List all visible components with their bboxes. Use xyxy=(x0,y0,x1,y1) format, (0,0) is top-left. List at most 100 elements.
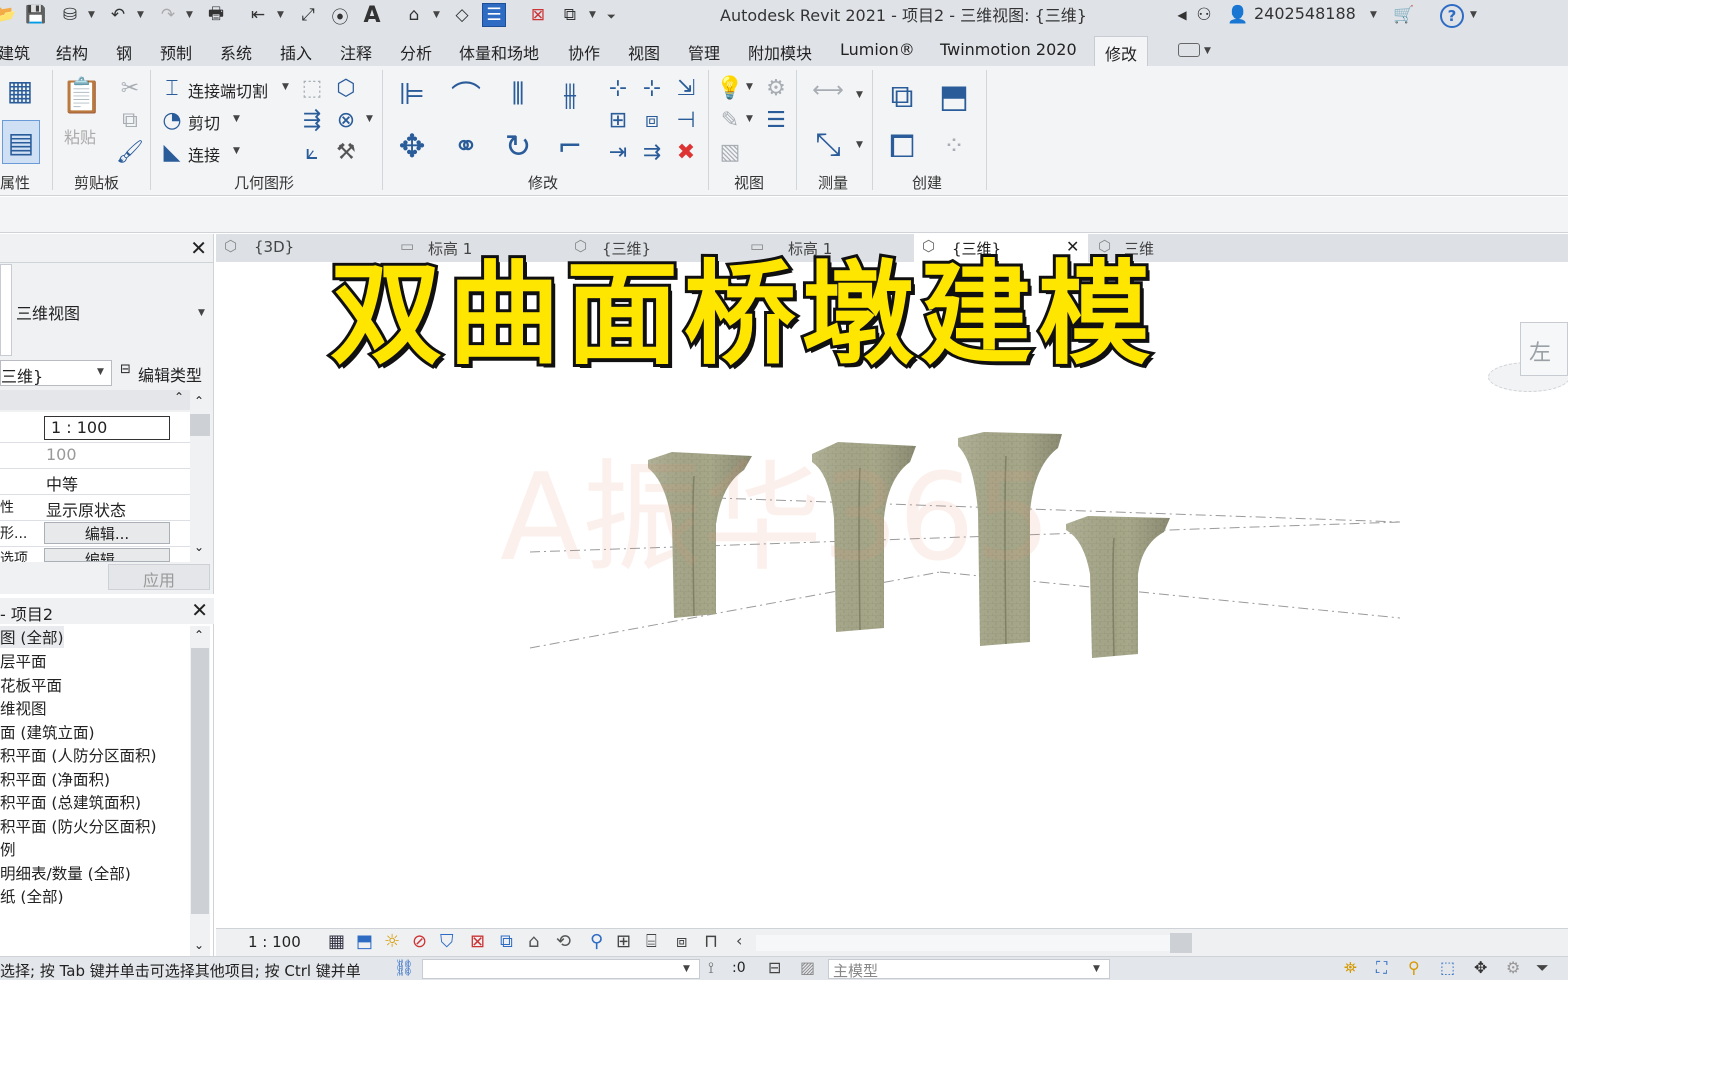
cope-label[interactable]: 连接端切割 xyxy=(188,78,268,102)
beam-join-icon[interactable]: ⇶ xyxy=(298,106,326,134)
select-pinned-icon[interactable]: ⚲ xyxy=(1408,958,1420,977)
tab-structure[interactable]: 结构 xyxy=(56,40,88,64)
constraints-icon[interactable]: ⊓ xyxy=(704,931,718,952)
tab-twinmotion[interactable]: Twinmotion 2020 xyxy=(940,40,1077,59)
tab-lumion[interactable]: Lumion® xyxy=(840,40,915,59)
tree-item[interactable]: 例 xyxy=(0,838,16,860)
chevron-down-icon[interactable]: ▼ xyxy=(233,146,240,156)
create-similar-icon[interactable]: ⁘ xyxy=(932,124,976,168)
cope-icon[interactable]: ⌶ xyxy=(158,74,186,102)
select-links-icon[interactable]: ⛯ xyxy=(1344,958,1357,978)
temporary-properties-icon[interactable]: ⊞ xyxy=(616,931,631,952)
tab-annotate[interactable]: 注释 xyxy=(340,40,372,64)
edit-type-icon[interactable]: ⊟ xyxy=(120,362,131,377)
customize-toolbar-icon[interactable]: ⏷ xyxy=(607,10,616,24)
redo-icon[interactable]: ↷ xyxy=(156,3,180,27)
bridge-pier[interactable] xyxy=(1066,516,1170,658)
tab-architecture[interactable]: 建筑 xyxy=(0,40,30,64)
group-header[interactable]: ⌃ xyxy=(0,390,190,410)
text-icon[interactable]: A xyxy=(360,3,384,28)
close-icon[interactable]: ✕ xyxy=(190,236,207,260)
split-gap-icon[interactable]: ⊹ xyxy=(638,74,666,102)
save-icon[interactable]: 💾 xyxy=(24,3,48,27)
join-icon[interactable]: ◣ xyxy=(158,138,186,166)
sun-path-icon[interactable]: ☼ xyxy=(384,931,400,952)
pin-icon[interactable]: ⊣ xyxy=(672,106,700,134)
override-graphics-icon[interactable]: ⚙ xyxy=(762,74,790,102)
chevron-down-icon[interactable]: ▼ xyxy=(186,10,193,20)
editing-requests-icon[interactable]: ⟟ xyxy=(708,958,714,978)
mirror-draw-axis-icon[interactable]: ⫵ xyxy=(550,74,590,114)
select-underlay-icon[interactable]: ⛶ xyxy=(1376,958,1387,978)
filter-icon[interactable]: ⏷ xyxy=(1536,958,1549,978)
type-properties-icon[interactable]: ▦ xyxy=(2,72,38,108)
tree-item[interactable]: 积平面 (总建筑面积) xyxy=(0,791,141,813)
unpin-icon[interactable]: ⇲ xyxy=(672,74,700,102)
copy-icon[interactable]: ⧉ xyxy=(116,106,144,134)
visual-style-icon[interactable]: ⬒ xyxy=(356,931,373,952)
detail-level-field[interactable]: 中等 xyxy=(46,471,78,495)
tab-analyze[interactable]: 分析 xyxy=(400,40,432,64)
scale-icon[interactable]: ⧈ xyxy=(638,106,666,134)
chevron-down-icon[interactable]: ▼ xyxy=(366,114,373,124)
close-hidden-icon[interactable]: ⊠ xyxy=(526,3,550,27)
worksharing-icon[interactable]: ⌸ xyxy=(646,931,657,952)
chevron-down-icon[interactable]: ▼ xyxy=(282,82,289,92)
drag-elements-icon[interactable]: ✥ xyxy=(1474,958,1487,977)
chevron-left-icon[interactable]: ◀ xyxy=(1170,3,1194,27)
tab-massing-site[interactable]: 体量和场地 xyxy=(459,40,539,64)
cut-icon[interactable]: ✂ xyxy=(116,74,144,102)
tree-item[interactable]: 明细表/数量 (全部) xyxy=(0,862,131,884)
scroll-thumb[interactable] xyxy=(191,648,209,914)
split-element-icon[interactable]: ⊹ xyxy=(604,74,632,102)
help-icon[interactable]: ? xyxy=(1440,4,1464,28)
chevron-down-icon[interactable]: ▼ xyxy=(1370,10,1377,20)
join-label[interactable]: 连接 xyxy=(188,142,220,166)
paste-icon[interactable]: 📋 xyxy=(61,76,103,116)
viewcube[interactable]: 左 xyxy=(1520,322,1568,376)
tab-modify[interactable]: 修改 xyxy=(1094,36,1149,66)
chevron-down-icon[interactable]: ▼ xyxy=(746,114,753,124)
browser-scrollbar[interactable]: ⌃ ⌄ xyxy=(190,626,210,956)
user-icon[interactable]: 👤 xyxy=(1226,3,1250,27)
paste-label[interactable]: 粘贴 xyxy=(64,124,96,148)
analytical-model-icon[interactable]: ⧈ xyxy=(676,931,687,952)
background-processes-icon[interactable]: ⚙ xyxy=(1506,958,1520,977)
type-selector-name[interactable]: 三维视图 xyxy=(16,300,80,324)
apply-button[interactable]: 应用 xyxy=(108,564,210,590)
user-id[interactable]: 2402548188 xyxy=(1254,4,1356,23)
scroll-down-icon[interactable]: ⌄ xyxy=(194,938,204,952)
cart-icon[interactable]: 🛒 xyxy=(1392,3,1416,27)
hammer-icon[interactable]: ⚒ xyxy=(332,138,360,166)
chevron-down-icon[interactable]: ▼ xyxy=(277,10,284,20)
chevron-down-icon[interactable]: ▼ xyxy=(137,10,144,20)
move-icon[interactable]: ✥ xyxy=(392,126,432,166)
tree-item[interactable]: 纸 (全部) xyxy=(0,885,64,907)
create-assembly-icon[interactable]: ⧉ xyxy=(880,74,924,118)
properties-icon[interactable]: ▤ xyxy=(2,120,40,164)
cut-geometry-label[interactable]: 剪切 xyxy=(188,110,220,134)
tree-item[interactable]: 层平面 xyxy=(0,650,47,672)
paint-icon[interactable]: ⊗ xyxy=(332,106,360,134)
tree-item[interactable]: 积平面 (防火分区面积) xyxy=(0,815,157,837)
tab-steel[interactable]: 钢 xyxy=(116,40,132,64)
tab-systems[interactable]: 系统 xyxy=(220,40,252,64)
chevron-down-icon[interactable]: ▼ xyxy=(1204,46,1211,56)
view-scale-field[interactable]: 1 : 100 xyxy=(44,416,170,440)
shadows-icon[interactable]: ⊘ xyxy=(412,931,427,952)
hide-icon[interactable]: 💡 xyxy=(716,74,744,102)
tree-item[interactable]: 维视图 xyxy=(0,697,47,719)
paint-brush-icon[interactable]: ✎ xyxy=(716,106,744,134)
collapse-icon[interactable]: ⌃ xyxy=(174,390,184,404)
scroll-thumb[interactable] xyxy=(1170,933,1192,953)
edit-type-button[interactable]: 编辑类型 xyxy=(138,362,202,386)
tag-icon[interactable]: ⦿ xyxy=(328,3,352,28)
chevron-down-icon[interactable]: ▼ xyxy=(233,114,240,124)
trim-extend-multiple-icon[interactable]: ⇉ xyxy=(638,138,666,166)
create-parts-icon[interactable]: ⬒ xyxy=(932,74,976,118)
copy-element-icon[interactable]: ⚭ xyxy=(446,126,486,166)
chevron-down-icon[interactable]: ▼ xyxy=(1470,10,1477,20)
undo-icon[interactable]: ↶ xyxy=(106,3,130,27)
tree-item[interactable]: 面 (建筑立面) xyxy=(0,721,95,743)
thin-lines-icon[interactable]: ☰ xyxy=(482,3,506,27)
